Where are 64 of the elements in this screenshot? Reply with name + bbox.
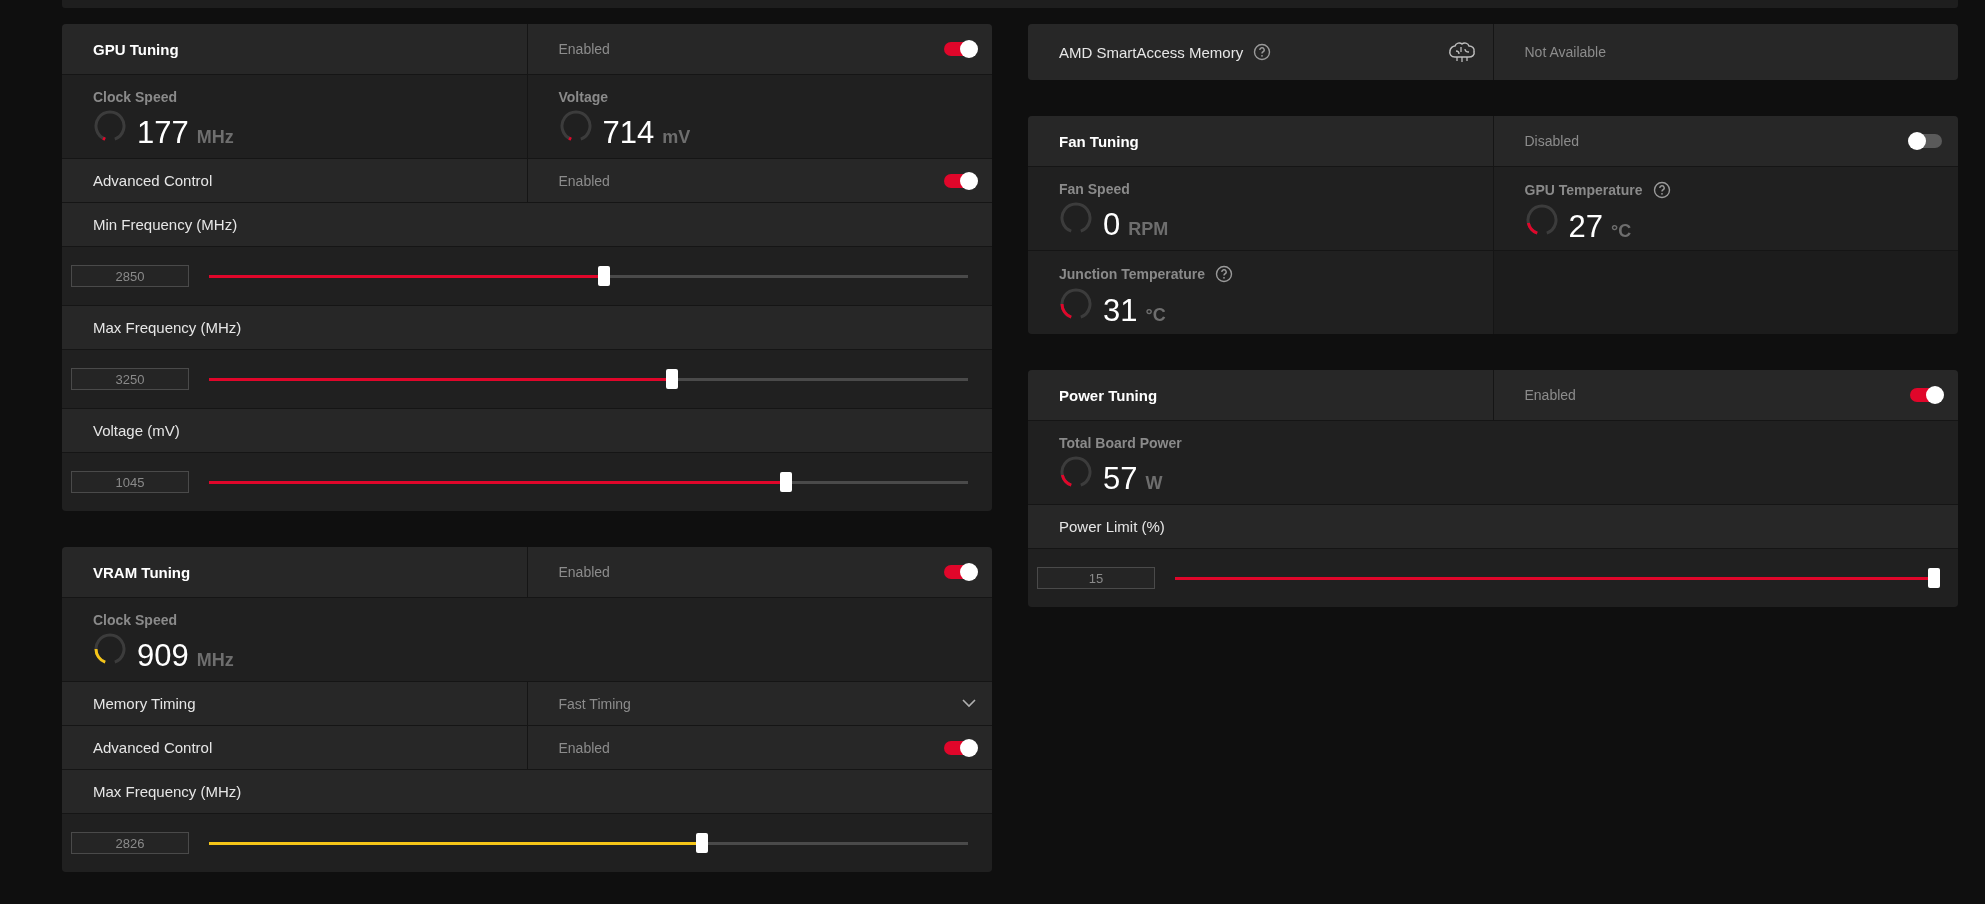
value-field[interactable]: 2850 [71,265,189,287]
setting-label: Advanced Control [93,172,213,189]
slider-thumb[interactable] [696,833,709,853]
status-text: Enabled [558,172,610,189]
slider-thumb[interactable] [666,369,678,389]
slider-label: Power Limit (%) [1059,518,1165,535]
slider-thumb[interactable] [597,266,610,286]
metric-unit: W [1145,473,1163,494]
metric-label: Clock Speed [93,89,178,105]
gauge-icon [1059,201,1093,235]
value-field[interactable]: 3250 [71,368,189,390]
status-text: Enabled [558,41,610,57]
toggle-switch[interactable] [944,173,976,188]
metric-unit: mV [662,127,691,148]
metric-label: Clock Speed [93,612,178,628]
brain-icon [1446,40,1477,64]
metric-value: 57 [1103,461,1138,497]
metric-value: 31 [1103,293,1138,329]
metric-value: 714 [602,115,655,151]
slider-label: Voltage (mV) [93,422,180,439]
slider-thumb[interactable] [1928,568,1940,588]
toggle-switch[interactable] [944,42,976,56]
section-title: VRAM Tuning [93,563,191,581]
metric-unit: MHz [196,127,234,148]
toggle-switch[interactable] [1910,388,1942,402]
section-title: GPU Tuning [93,40,179,58]
status-text: Disabled [1524,133,1579,149]
slider-label: Max Frequency (MHz) [93,319,242,336]
dropdown[interactable]: Fast Timing [527,682,992,725]
metric-label: Total Board Power [1059,435,1182,451]
setting-label: Memory Timing [93,695,196,712]
section-title: Fan Tuning [1059,132,1139,150]
slider-label: Max Frequency (MHz) [93,783,242,800]
value-field[interactable]: 2826 [71,832,189,854]
metric-unit: MHz [196,650,234,671]
metric-value: 0 [1103,207,1121,243]
metric-value: 909 [137,638,189,674]
feature-label: AMD SmartAccess Memory [1059,43,1244,61]
metric-unit: °C [1145,305,1166,326]
toggle-switch[interactable] [944,565,976,579]
metric-label: Junction Temperature [1059,266,1205,282]
metric-label: Voltage [558,89,609,105]
slider-label: Min Frequency (MHz) [93,216,238,233]
status-text: Enabled [1524,387,1576,403]
metric-label: Fan Speed [1059,181,1130,197]
help-icon[interactable] [1215,265,1233,283]
setting-label: Advanced Control [93,739,213,756]
help-icon[interactable] [1253,43,1272,61]
toggle-switch[interactable] [1910,134,1942,148]
slider-thumb[interactable] [779,472,792,492]
chevron-down-icon [962,699,976,708]
status-text: Not Available [1524,44,1606,60]
section-title: Power Tuning [1059,386,1158,404]
metric-value: 177 [137,115,189,151]
toggle-switch[interactable] [944,740,976,755]
status-text: Enabled [558,739,610,756]
metric-label: GPU Temperature [1524,182,1643,198]
metric-value: 27 [1568,209,1603,245]
value-field[interactable]: 1045 [71,471,189,493]
metric-unit: RPM [1128,219,1169,240]
help-icon[interactable] [1652,181,1671,199]
metric-unit: °C [1611,221,1632,242]
value-field[interactable]: 15 [1037,567,1155,589]
status-text: Enabled [558,564,610,580]
